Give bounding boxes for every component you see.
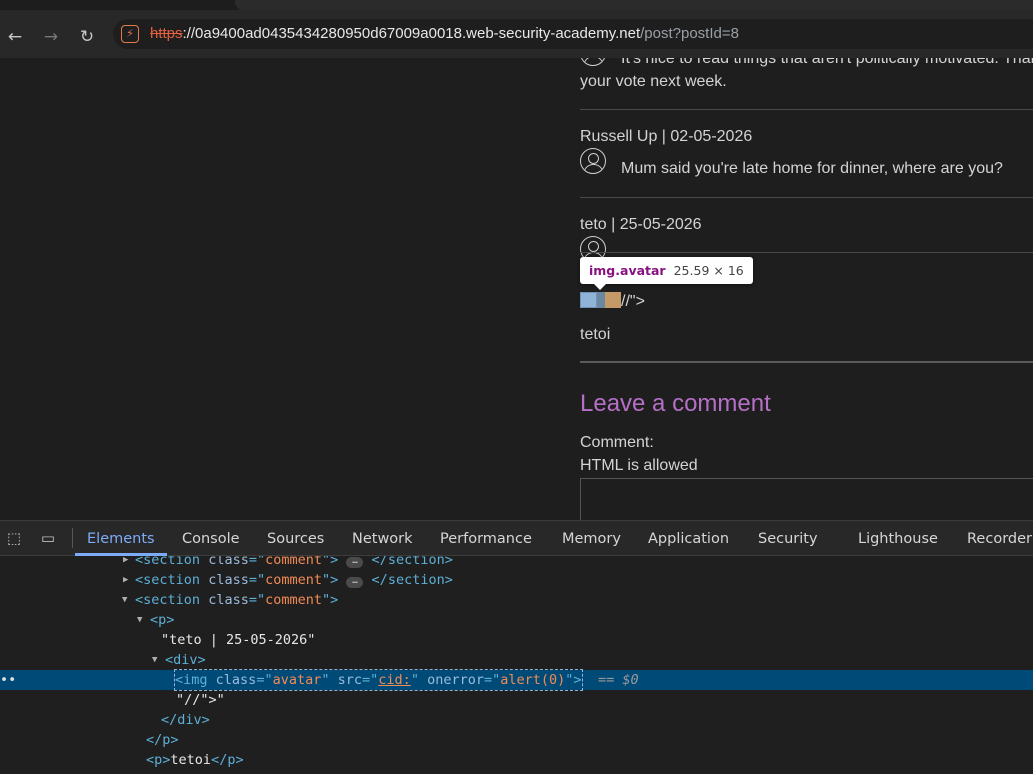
attr-value: comment xyxy=(265,572,322,588)
toolbar-separator xyxy=(72,528,73,548)
tab-lighthouse[interactable]: Lighthouse xyxy=(858,521,938,556)
tab-elements[interactable]: Elements xyxy=(75,521,167,556)
address-bar[interactable]: ⚡ https://0a9400ad0435434280950d67009a00… xyxy=(113,19,1033,49)
tag-name: section xyxy=(143,592,201,608)
tree-row-img-selected[interactable]: •• <img class="avatar" src="cid:" onerro… xyxy=(0,669,1033,691)
attr-name: class xyxy=(215,672,257,688)
expand-triangle-icon[interactable]: ▶ xyxy=(123,570,128,590)
devtools-panel: ⬚ ▭ Elements Console Sources Network Per… xyxy=(0,520,1033,774)
expand-triangle-icon[interactable]: ▶ xyxy=(123,556,128,570)
tab-sources[interactable]: Sources xyxy=(267,521,324,556)
comment-body: It's nice to read things that aren't pol… xyxy=(621,58,1033,67)
back-arrow-icon[interactable]: ← xyxy=(4,26,26,48)
comments-end-divider xyxy=(580,361,1033,363)
attr-name: class xyxy=(208,592,249,608)
collapsed-children-pill[interactable]: … xyxy=(346,557,364,568)
comment-body-continued: your vote next week. xyxy=(580,73,727,90)
elements-tree: ▶ <section class="comment"> … </section>… xyxy=(0,556,1033,774)
tab-console[interactable]: Console xyxy=(182,521,240,556)
tree-row-text[interactable]: "teto | 25-05-2026" xyxy=(0,630,1033,650)
reload-icon[interactable]: ↻ xyxy=(76,26,98,48)
injected-text: //"> xyxy=(621,293,645,310)
tag-name: img xyxy=(183,672,208,688)
forward-arrow-icon[interactable]: → xyxy=(40,26,62,48)
comment-body: tetoi xyxy=(580,326,611,343)
collapse-triangle-icon[interactable]: ▼ xyxy=(152,650,157,670)
text-node: tetoi xyxy=(170,752,212,768)
tree-row-div-close[interactable]: </div> xyxy=(0,710,1033,730)
tab-performance[interactable]: Performance xyxy=(440,521,532,556)
tag-name: div xyxy=(177,712,202,728)
comment-divider xyxy=(580,197,1033,198)
attr-name: class xyxy=(208,556,249,568)
attr-value: alert(0) xyxy=(500,672,566,688)
collapse-triangle-icon[interactable]: ▼ xyxy=(122,590,127,610)
url-host: ://0a9400ad0435434280950d67009a0018.web-… xyxy=(182,25,641,42)
attr-name: src xyxy=(337,672,363,688)
row-menu-icon[interactable]: •• xyxy=(0,670,16,690)
tree-row-text[interactable]: "//">" xyxy=(0,690,1033,710)
tree-row-section[interactable]: ▶ <section class="comment"> … </section> xyxy=(0,570,1033,590)
tag-name: section xyxy=(143,572,201,588)
url-path: /post?postId=8 xyxy=(640,25,739,42)
text-node: "//">" xyxy=(176,692,225,708)
console-ref-label: == $0 xyxy=(598,672,639,688)
attr-name: class xyxy=(208,572,249,588)
attr-value-link[interactable]: cid: xyxy=(378,672,411,688)
avatar-icon xyxy=(580,58,606,66)
tab-security[interactable]: Security xyxy=(758,521,818,556)
tab-application[interactable]: Application xyxy=(648,521,729,556)
tree-row-section[interactable]: ▶ <section class="comment"> … </section> xyxy=(0,556,1033,570)
comment-header: Russell Up | 02-05-2026 xyxy=(580,128,753,145)
html-allowed-label: HTML is allowed xyxy=(580,457,698,474)
tab-strip xyxy=(235,0,1033,10)
tree-row-div[interactable]: ▼ <div> xyxy=(0,650,1033,670)
collapsed-children-pill[interactable]: … xyxy=(346,577,364,588)
tag-name: div xyxy=(173,652,198,668)
attr-name: onerror xyxy=(427,672,484,688)
collapse-triangle-icon[interactable]: ▼ xyxy=(137,610,142,630)
leave-comment-heading: Leave a comment xyxy=(580,390,771,417)
text-node: "teto | 25-05-2026" xyxy=(161,632,316,648)
browser-toolbar: ← → ↻ ⚡ https://0a9400ad0435434280950d67… xyxy=(0,0,1033,58)
comment-textarea[interactable] xyxy=(580,478,1033,520)
tree-row-p-inline[interactable]: <p>tetoi</p> xyxy=(0,750,1033,770)
tab-memory[interactable]: Memory xyxy=(562,521,621,556)
tag-name: section xyxy=(387,556,445,568)
tree-row-p[interactable]: ▼ <p> xyxy=(0,610,1033,630)
attr-value: comment xyxy=(265,592,322,608)
comment-divider xyxy=(580,252,1033,253)
inspect-tooltip: img.avatar 25.59 × 16 xyxy=(580,257,753,290)
tree-row-p-close[interactable]: </p> xyxy=(0,730,1033,750)
page-viewport: It's nice to read things that aren't pol… xyxy=(0,58,1033,520)
broken-image-icon xyxy=(580,292,597,308)
comment-body: Mum said you're late home for dinner, wh… xyxy=(621,160,1003,177)
tag-name: section xyxy=(387,572,445,588)
injected-avatar-image[interactable] xyxy=(580,292,621,308)
url-text[interactable]: https://0a9400ad0435434280950d67009a0018… xyxy=(150,25,739,42)
comment-label: Comment: xyxy=(580,434,654,451)
padding-overlay xyxy=(605,292,621,308)
attr-value: comment xyxy=(265,556,322,568)
inspect-element-icon[interactable]: ⬚ xyxy=(4,529,24,547)
url-scheme: https xyxy=(150,25,183,42)
device-toolbar-icon[interactable]: ▭ xyxy=(38,529,58,547)
comment-divider xyxy=(580,109,1033,110)
highlight-overlay xyxy=(597,292,605,308)
attr-value: avatar xyxy=(272,672,322,688)
tree-row-section-expanded[interactable]: ▼ <section class="comment"> xyxy=(0,590,1033,610)
avatar-icon xyxy=(580,148,606,174)
devtools-tab-bar: ⬚ ▭ Elements Console Sources Network Per… xyxy=(0,521,1033,556)
tag-name: section xyxy=(143,556,201,568)
comment-header: teto | 25-05-2026 xyxy=(580,216,702,233)
tooltip-tag: img.avatar xyxy=(589,263,666,278)
tab-network[interactable]: Network xyxy=(352,521,413,556)
tab-recorder[interactable]: Recorder xyxy=(967,521,1032,556)
tooltip-dimensions: 25.59 × 16 xyxy=(673,263,744,278)
not-secure-icon[interactable]: ⚡ xyxy=(121,25,139,43)
